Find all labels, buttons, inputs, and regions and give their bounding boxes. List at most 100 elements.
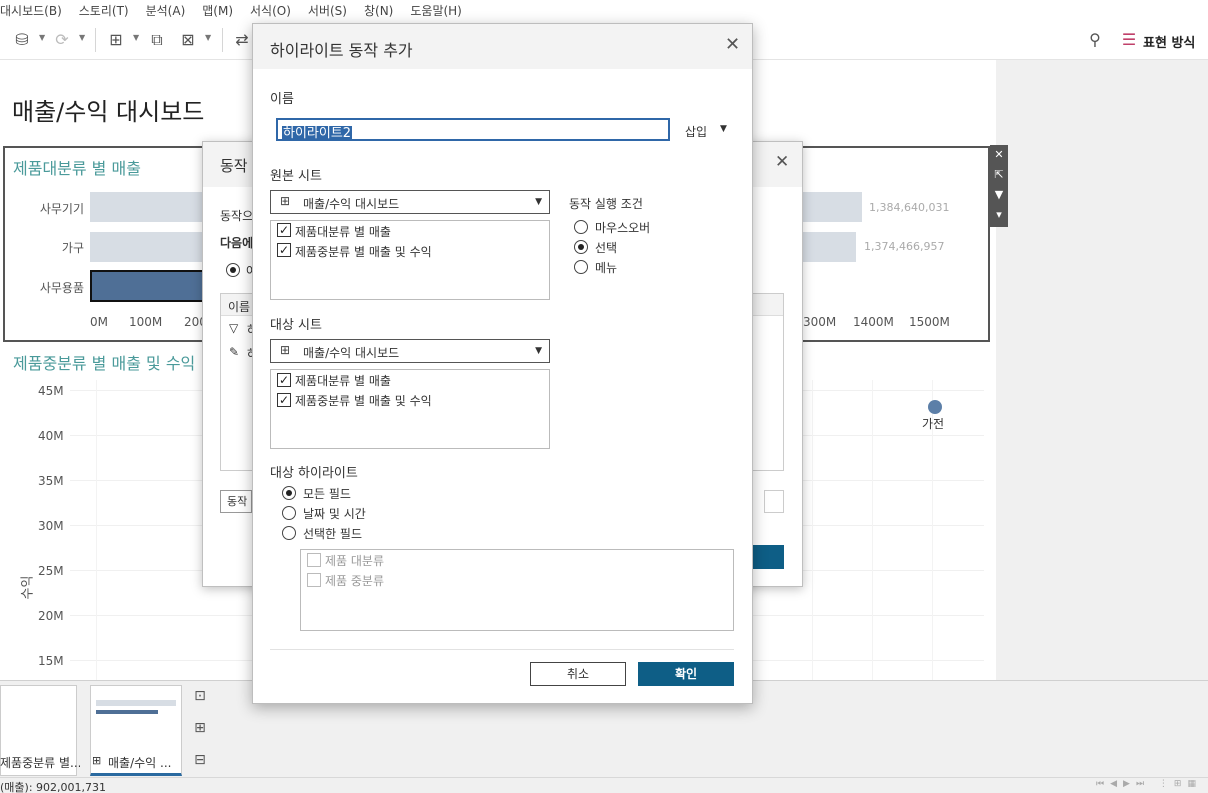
close-icon[interactable]: ✕ xyxy=(725,34,740,55)
menu-story[interactable]: 스토리(T) xyxy=(79,2,129,19)
dashboard-margin xyxy=(996,60,1208,680)
more-options-icon[interactable]: ▾ xyxy=(990,205,1008,225)
show-me-icon[interactable]: ☰ xyxy=(1119,30,1139,50)
duplicate-icon[interactable]: ⧉ xyxy=(147,30,167,50)
target-sheets-label: 대상 시트 xyxy=(270,318,322,333)
chevron-down-icon[interactable]: ▼ xyxy=(79,33,85,42)
open-external-icon[interactable]: ⇱ xyxy=(990,165,1008,185)
menu-format[interactable]: 서식(O) xyxy=(250,2,291,19)
target-sheet-item: 제품중분류 별 매출 및 수익 xyxy=(295,394,432,408)
sheet-tab-label[interactable]: 매출/수익 ... xyxy=(108,754,182,771)
new-sheet-icon[interactable]: ⊞ xyxy=(106,30,126,50)
source-sheet-item: 제품대분류 별 매출 xyxy=(295,225,391,239)
name-input[interactable]: 하이라이트2 xyxy=(276,118,670,141)
source-sheet-select[interactable]: ⊞ 매출/수익 대시보드 ▼ xyxy=(270,190,550,214)
floating-toolbar: ✕ ⇱ ▼ ▾ xyxy=(990,145,1008,227)
dashboard-title: 매출/수익 대시보드 xyxy=(12,98,205,126)
actions-radio[interactable] xyxy=(226,263,240,277)
condition-label: 마우스오버 xyxy=(595,221,651,235)
chevron-down-icon[interactable]: ▼ xyxy=(133,33,139,42)
menu-window[interactable]: 창(N) xyxy=(364,2,393,19)
menu-dashboard[interactable]: 대시보드(B) xyxy=(0,2,62,19)
highlight-option-label: 날짜 및 시간 xyxy=(303,507,366,521)
target-sheet-select[interactable]: ⊞ 매출/수익 대시보드 ▼ xyxy=(270,339,550,363)
chevron-down-icon: ▼ xyxy=(535,197,542,207)
target-sheet-item: 제품대분류 별 매출 xyxy=(295,374,391,388)
target-highlight-label: 대상 하이라이트 xyxy=(270,466,358,481)
x-tick-label: 300M xyxy=(803,315,837,329)
chevron-down-icon[interactable]: ▼ xyxy=(720,124,727,134)
menu-bar: 대시보드(B) 스토리(T) 분석(A) 맵(M) 서식(O) 서버(S) 창(… xyxy=(0,0,1208,20)
scatter-chart-title: 제품중분류 별 매출 및 수익 xyxy=(13,354,196,373)
actions-input[interactable] xyxy=(764,490,784,513)
y-tick-label: 35M xyxy=(38,474,64,488)
highlight-radio-all-fields[interactable] xyxy=(282,486,296,500)
highlight-radio-selected-fields[interactable] xyxy=(282,526,296,540)
condition-radio-select[interactable] xyxy=(574,240,588,254)
highlight-radio-date-time[interactable] xyxy=(282,506,296,520)
filter-icon: ▽ xyxy=(229,321,239,335)
dialog-title: 하이라이트 동작 추가 xyxy=(270,41,413,60)
close-icon[interactable]: ✕ xyxy=(775,152,789,172)
bar-category-label: 사무기기 xyxy=(39,202,84,216)
scatter-point-label: 가전 xyxy=(922,417,945,431)
clear-sheet-icon[interactable]: ⊠ xyxy=(178,30,198,50)
y-tick-label: 20M xyxy=(38,609,64,623)
highlight-option-label: 선택한 필드 xyxy=(303,527,363,541)
name-label: 이름 xyxy=(270,92,294,107)
filter-icon[interactable]: ▼ xyxy=(990,185,1008,205)
actions-ok-button[interactable] xyxy=(752,545,784,569)
refresh-icon[interactable]: ⟳ xyxy=(52,30,72,50)
target-sheet-checkbox[interactable]: ✓ xyxy=(277,373,291,387)
field-checkbox[interactable] xyxy=(307,553,321,567)
source-sheet-checkbox[interactable]: ✓ xyxy=(277,223,291,237)
y-tick-label: 45M xyxy=(38,384,64,398)
new-story-icon[interactable]: ⊟ xyxy=(191,752,209,770)
thumbnail-preview xyxy=(96,710,158,714)
target-sheet-checkbox[interactable]: ✓ xyxy=(277,393,291,407)
condition-label: 메뉴 xyxy=(595,261,618,275)
dashboard-icon: ⊞ xyxy=(280,194,291,208)
cancel-button[interactable]: 취소 xyxy=(530,662,626,686)
source-sheet-checkbox[interactable]: ✓ xyxy=(277,243,291,257)
condition-label: 선택 xyxy=(595,241,618,255)
ok-button[interactable]: 확인 xyxy=(638,662,734,686)
new-worksheet-icon[interactable]: ⊡ xyxy=(191,688,209,706)
dialog-divider xyxy=(270,649,734,650)
add-action-button[interactable]: 동작 xyxy=(220,490,252,513)
y-tick-label: 25M xyxy=(38,564,64,578)
sheet-nav-arrows[interactable]: ⏮◀▶⏭ ⋮⊞▦ xyxy=(1096,779,1202,789)
menu-analysis[interactable]: 분석(A) xyxy=(146,2,186,19)
condition-radio-hover[interactable] xyxy=(574,220,588,234)
highlight-pin-icon[interactable]: ⚲ xyxy=(1085,30,1105,50)
bar-value-label: 1,384,640,031 xyxy=(869,201,950,214)
actions-dialog-text: 동작으 xyxy=(220,209,254,223)
x-tick-label: 100M xyxy=(129,315,163,329)
new-dashboard-icon[interactable]: ⊞ xyxy=(191,720,209,738)
name-input-value: 하이라이트2 xyxy=(282,126,353,141)
chevron-down-icon[interactable]: ▼ xyxy=(205,33,211,42)
thumbnail-preview xyxy=(96,700,176,706)
dashboard-icon: ⊞ xyxy=(92,754,102,767)
swap-icon[interactable]: ⇄ xyxy=(232,30,252,50)
gridline xyxy=(812,380,813,680)
menu-map[interactable]: 맵(M) xyxy=(202,2,233,19)
chevron-down-icon[interactable]: ▼ xyxy=(39,33,45,42)
show-me-label[interactable]: 표현 방식 xyxy=(1143,32,1195,51)
x-tick-label: 0M xyxy=(90,315,108,329)
condition-radio-menu[interactable] xyxy=(574,260,588,274)
menu-help[interactable]: 도움말(H) xyxy=(410,2,462,19)
run-condition-label: 동작 실행 조건 xyxy=(569,197,643,211)
actions-table-column: 이름 xyxy=(228,300,251,314)
toolbar-divider xyxy=(95,28,96,52)
sheet-tab-label[interactable]: 제품중분류 별... xyxy=(0,754,80,771)
y-tick-label: 40M xyxy=(38,429,64,443)
datasource-icon[interactable]: ⛁ xyxy=(12,30,32,50)
close-icon[interactable]: ✕ xyxy=(990,145,1008,165)
field-checkbox[interactable] xyxy=(307,573,321,587)
scatter-point[interactable] xyxy=(928,400,942,414)
bar-value-label: 1,374,466,957 xyxy=(864,240,945,253)
menu-server[interactable]: 서버(S) xyxy=(308,2,347,19)
insert-button[interactable]: 삽입 xyxy=(685,123,707,140)
status-text: (매출): 902,001,731 xyxy=(0,781,107,793)
